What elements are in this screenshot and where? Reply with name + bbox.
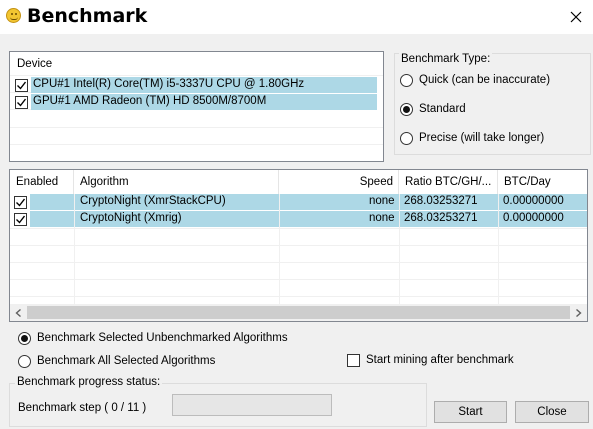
- close-window-button[interactable]: [559, 0, 593, 34]
- device-label-gpu: GPU#1 AMD Radeon (TM) HD 8500M/8700M: [33, 95, 267, 107]
- column-algorithm[interactable]: Algorithm: [74, 170, 279, 194]
- algorithm-speed: none: [369, 195, 395, 207]
- algorithm-list[interactable]: Enabled Algorithm Speed Ratio BTC/GH/...…: [9, 169, 588, 322]
- device-row-cpu[interactable]: CPU#1 Intel(R) Core(TM) i5-3337U CPU @ 1…: [10, 77, 377, 93]
- algorithm-enabled-checkbox[interactable]: [14, 196, 27, 209]
- scroll-right-button[interactable]: [570, 304, 587, 321]
- close-icon: [570, 11, 582, 23]
- progress-status-label: Benchmark progress status:: [15, 376, 163, 388]
- checkmark-icon: [17, 81, 26, 90]
- algorithm-btc-day: 0.00000000: [503, 212, 564, 224]
- window-title: Benchmark: [27, 5, 148, 27]
- radio-benchmark-unbenchmarked-label[interactable]: Benchmark Selected Unbenchmarked Algorit…: [37, 332, 288, 344]
- radio-precise[interactable]: [400, 132, 413, 145]
- algorithm-btc-day: 0.00000000: [503, 195, 564, 207]
- benchmark-step-text: Benchmark step ( 0 / 11 ): [18, 402, 147, 414]
- start-mining-checkbox[interactable]: [347, 354, 360, 367]
- checkmark-icon: [17, 98, 26, 107]
- device-label-cpu: CPU#1 Intel(R) Core(TM) i5-3337U CPU @ 1…: [33, 78, 305, 90]
- radio-quick-label[interactable]: Quick (can be inaccurate): [419, 74, 550, 86]
- column-btc-day[interactable]: BTC/Day: [498, 170, 587, 194]
- radio-standard-label[interactable]: Standard: [419, 103, 466, 115]
- device-checkbox-cpu[interactable]: [15, 79, 28, 92]
- checkmark-icon: [16, 198, 25, 207]
- algorithm-enabled-checkbox[interactable]: [14, 213, 27, 226]
- column-speed[interactable]: Speed: [279, 170, 399, 194]
- algorithm-row[interactable]: CryptoNight (XmrStackCPU) none 268.03253…: [10, 194, 587, 211]
- benchmark-type-label: Benchmark Type:: [399, 53, 493, 65]
- column-ratio[interactable]: Ratio BTC/GH/...: [399, 170, 498, 194]
- scrollbar-thumb[interactable]: [27, 306, 570, 319]
- horizontal-scrollbar[interactable]: [10, 304, 587, 321]
- radio-benchmark-all[interactable]: [18, 355, 31, 368]
- radio-benchmark-unbenchmarked[interactable]: [18, 332, 31, 345]
- start-button[interactable]: Start: [434, 401, 507, 423]
- device-column-header: Device: [17, 58, 53, 70]
- algorithm-list-header: Enabled Algorithm Speed Ratio BTC/GH/...…: [10, 170, 587, 194]
- device-list-header: Device: [10, 52, 383, 76]
- checkmark-icon: [16, 215, 25, 224]
- start-mining-label[interactable]: Start mining after benchmark: [366, 354, 514, 366]
- scroll-left-button[interactable]: [10, 304, 27, 321]
- algorithm-name: CryptoNight (XmrStackCPU): [80, 195, 226, 207]
- close-button[interactable]: Close: [515, 401, 589, 423]
- radio-quick[interactable]: [400, 74, 413, 87]
- radio-standard[interactable]: [400, 103, 413, 116]
- chevron-left-icon: [15, 308, 21, 317]
- radio-precise-label[interactable]: Precise (will take longer): [419, 132, 544, 144]
- app-logo-icon: [6, 8, 21, 23]
- algorithm-ratio: 268.03253271: [404, 212, 478, 224]
- algorithm-row[interactable]: CryptoNight (Xmrig) none 268.03253271 0.…: [10, 211, 587, 228]
- algorithm-ratio: 268.03253271: [404, 195, 478, 207]
- chevron-right-icon: [576, 308, 582, 317]
- algorithm-name: CryptoNight (Xmrig): [80, 212, 182, 224]
- column-enabled[interactable]: Enabled: [10, 170, 74, 194]
- progress-bar: [172, 394, 332, 416]
- radio-benchmark-all-label[interactable]: Benchmark All Selected Algorithms: [37, 355, 215, 367]
- device-checkbox-gpu[interactable]: [15, 96, 28, 109]
- device-list[interactable]: Device CPU#1 Intel(R) Core(TM) i5-3337U …: [9, 51, 384, 162]
- device-row-gpu[interactable]: GPU#1 AMD Radeon (TM) HD 8500M/8700M: [10, 94, 377, 110]
- title-bar: Benchmark: [0, 0, 593, 34]
- algorithm-speed: none: [369, 212, 395, 224]
